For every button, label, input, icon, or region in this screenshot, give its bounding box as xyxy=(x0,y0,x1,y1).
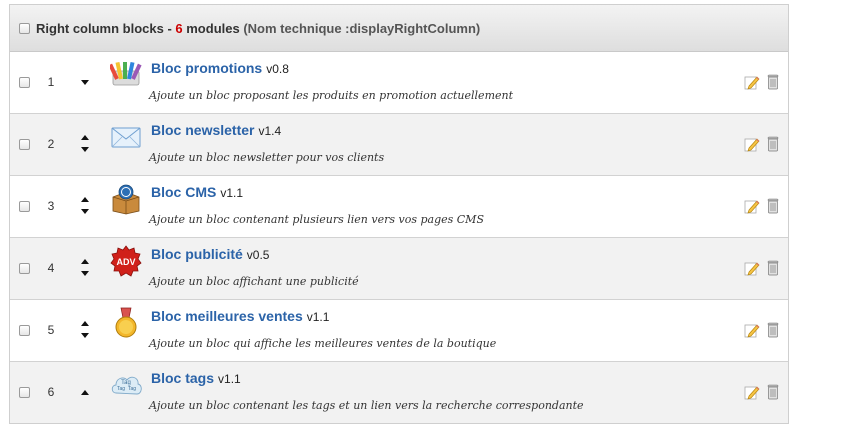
module-name-link[interactable]: Bloc tags xyxy=(151,370,214,386)
module-name-link[interactable]: Bloc meilleures ventes xyxy=(151,308,303,324)
module-row: 4 ADV Bloc publicité v0.5 Ajoute un bloc … xyxy=(10,238,788,300)
module-checkbox[interactable] xyxy=(19,77,30,88)
module-position: 3 xyxy=(47,199,55,213)
module-checkbox[interactable] xyxy=(19,387,30,398)
module-position: 5 xyxy=(47,323,55,337)
move-down-arrow-icon[interactable] xyxy=(81,147,89,152)
delete-trash-icon[interactable] xyxy=(766,74,780,90)
module-description: Ajoute un bloc newsletter pour vos clien… xyxy=(149,151,385,164)
move-controls xyxy=(77,52,95,113)
delete-trash-icon[interactable] xyxy=(766,198,780,214)
module-name-link[interactable]: Bloc publicité xyxy=(151,246,243,262)
cms-box-icon xyxy=(112,184,140,215)
module-checkbox[interactable] xyxy=(19,201,30,212)
medal-icon xyxy=(115,307,137,338)
edit-pencil-icon[interactable] xyxy=(744,136,760,152)
module-name-link[interactable]: Bloc promotions xyxy=(151,60,262,76)
move-controls xyxy=(77,238,95,299)
select-all-checkbox[interactable] xyxy=(19,22,30,34)
hook-title: Right column blocks xyxy=(36,20,164,36)
module-row: 5 Bloc meilleures ventes v1.1 Ajoute un b… xyxy=(10,300,788,362)
module-checkbox[interactable] xyxy=(19,325,30,336)
module-version: v0.5 xyxy=(246,248,270,262)
module-description: Ajoute un bloc contenant les tags et un … xyxy=(149,399,584,412)
module-version: v1.1 xyxy=(218,372,241,386)
hook-separator: - xyxy=(163,20,176,36)
module-description: Ajoute un bloc proposant les produits en… xyxy=(149,89,514,102)
module-version: v0.8 xyxy=(266,62,289,76)
tags-cloud-label: Tag xyxy=(117,386,125,392)
edit-pencil-icon[interactable] xyxy=(744,198,760,214)
module-row: 6 Tag Tag Tag Bloc tags v1.1 Ajoute un bl… xyxy=(10,362,788,423)
module-row: 3 Bloc CMS v1.1 Ajoute un bloc contenant … xyxy=(10,176,788,238)
module-name-link[interactable]: Bloc newsletter xyxy=(151,122,254,138)
color-palette-icon xyxy=(110,61,142,86)
move-down-arrow-icon[interactable] xyxy=(81,333,89,338)
delete-trash-icon[interactable] xyxy=(766,136,780,152)
move-down-arrow-icon[interactable] xyxy=(81,80,89,85)
module-position: 6 xyxy=(47,385,55,399)
delete-trash-icon[interactable] xyxy=(766,322,780,338)
module-count: 6 xyxy=(175,20,183,36)
edit-pencil-icon[interactable] xyxy=(744,384,760,400)
move-up-arrow-icon[interactable] xyxy=(81,259,89,264)
move-up-arrow-icon[interactable] xyxy=(81,390,89,395)
hook-modules-panel: Right column blocks - 6 modules (Nom tec… xyxy=(9,4,789,424)
edit-pencil-icon[interactable] xyxy=(744,74,760,90)
delete-trash-icon[interactable] xyxy=(766,384,780,400)
tags-cloud-label: Tag xyxy=(128,386,136,392)
edit-pencil-icon[interactable] xyxy=(744,322,760,338)
move-down-arrow-icon[interactable] xyxy=(81,209,89,214)
module-description: Ajoute un bloc affichant une publicité xyxy=(149,275,359,288)
module-row: 2 Bloc newsletter v1.4 Ajoute un bloc new… xyxy=(10,114,788,176)
move-down-arrow-icon[interactable] xyxy=(81,271,89,276)
hook-header: Right column blocks - 6 modules (Nom tec… xyxy=(10,5,788,52)
module-position: 2 xyxy=(47,137,55,151)
module-description: Ajoute un bloc contenant plusieurs lien … xyxy=(149,213,484,226)
technical-name: (Nom technique :displayRightColumn) xyxy=(239,20,481,36)
move-controls xyxy=(77,300,95,361)
module-version: v1.1 xyxy=(220,186,244,200)
module-description: Ajoute un bloc qui affiche les meilleure… xyxy=(149,337,497,350)
module-row: 1 Bloc promotions v0.8 Ajoute un bloc pro… xyxy=(10,52,788,114)
envelope-icon xyxy=(111,127,141,148)
edit-pencil-icon[interactable] xyxy=(744,260,760,276)
delete-trash-icon[interactable] xyxy=(766,260,780,276)
move-controls xyxy=(77,114,95,175)
module-checkbox[interactable] xyxy=(19,139,30,150)
module-position: 4 xyxy=(47,261,55,275)
adv-badge-icon: ADV xyxy=(110,245,142,277)
modules-label: modules xyxy=(182,20,240,36)
move-up-arrow-icon[interactable] xyxy=(81,135,89,140)
adv-badge-label: ADV xyxy=(116,257,135,267)
move-controls xyxy=(77,176,95,237)
move-up-arrow-icon[interactable] xyxy=(81,197,89,202)
module-name-link[interactable]: Bloc CMS xyxy=(151,184,216,200)
move-controls xyxy=(77,362,95,423)
module-version: v1.1 xyxy=(306,310,330,324)
tags-cloud-icon: Tag Tag Tag xyxy=(111,376,142,395)
module-version: v1.4 xyxy=(258,124,282,138)
module-checkbox[interactable] xyxy=(19,263,30,274)
move-up-arrow-icon[interactable] xyxy=(81,321,89,326)
module-position: 1 xyxy=(47,75,55,89)
